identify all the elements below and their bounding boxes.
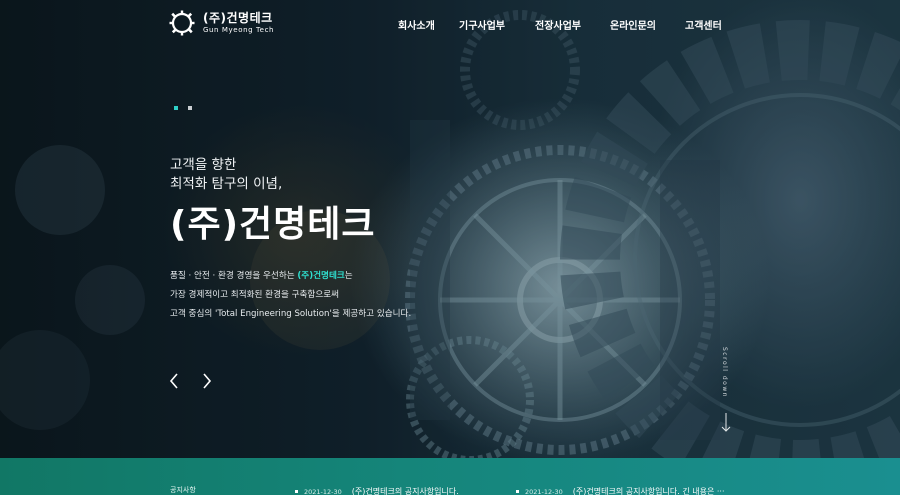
nav-item-support[interactable]: 고객센터 — [685, 17, 722, 32]
notice-item[interactable]: 2021-12-30 (주)건명테크의 공지사항입니다. 긴 내용은 ··· — [516, 486, 725, 495]
site-header: (주)건명테크 Gun Myeong Tech 회사소개 기구사업부 전장사업부… — [0, 0, 900, 46]
notice-bar: 공지사항 2021-12-30 (주)건명테크의 공지사항입니다. 2021-1… — [0, 458, 900, 495]
hero-title: (주)건명테크 — [170, 204, 376, 245]
hero-tagline: 고객을 향한 최적화 탐구의 이념, — [170, 156, 282, 194]
desc-line-3: 고객 중심의 'Total Engineering Solution'을 제공하… — [170, 309, 412, 319]
desc-highlight: (주)건명테크 — [297, 271, 345, 281]
notice-title: (주)건명테크의 공지사항입니다. — [351, 487, 459, 495]
scroll-down-indicator[interactable]: Scroll down — [717, 345, 737, 440]
nav-item-mechanical[interactable]: 기구사업부 — [459, 17, 505, 32]
notice-title: (주)건명테크의 공지사항입니다. 긴 내용은 ··· — [572, 487, 725, 495]
next-slide-button[interactable] — [200, 372, 214, 390]
slide-dot-1[interactable] — [174, 106, 178, 110]
tagline-line-1: 고객을 향한 — [170, 157, 237, 173]
scroll-down-label: Scroll down — [721, 347, 728, 399]
prev-slide-button[interactable] — [167, 372, 181, 390]
arrow-down-icon — [721, 413, 731, 432]
desc-line-1-prefix: 품질 · 안전 · 환경 경영을 우선하는 — [170, 271, 298, 281]
tagline-line-2: 최적화 탐구의 이념, — [170, 176, 283, 192]
nav-item-inquiry[interactable]: 온라인문의 — [610, 17, 656, 32]
desc-line-2: 가장 경제적이고 최적화된 환경을 구축함으로써 — [170, 290, 340, 300]
main-nav: 회사소개 기구사업부 전장사업부 온라인문의 고객센터 — [0, 17, 900, 32]
notice-date: 2021-12-30 — [525, 487, 563, 495]
slide-dot-2[interactable] — [188, 106, 192, 110]
notice-item[interactable]: 2021-12-30 (주)건명테크의 공지사항입니다. — [295, 486, 459, 495]
slide-indicators — [174, 106, 192, 110]
bullet-icon — [516, 490, 519, 493]
hero-description: 품질 · 안전 · 환경 경영을 우선하는 (주)건명테크는 가장 경제적이고 … — [170, 267, 411, 324]
notice-label: 공지사항 — [170, 486, 196, 494]
hero-banner: (주)건명테크 Gun Myeong Tech 회사소개 기구사업부 전장사업부… — [0, 0, 900, 458]
chevron-right-icon — [203, 373, 212, 389]
nav-item-electrical[interactable]: 전장사업부 — [535, 17, 581, 32]
chevron-left-icon — [169, 373, 178, 389]
nav-item-company[interactable]: 회사소개 — [398, 17, 435, 32]
gear-machine-background — [0, 0, 900, 458]
desc-line-1: 품질 · 안전 · 환경 경영을 우선하는 (주)건명테크는 — [170, 267, 411, 286]
notice-date: 2021-12-30 — [304, 487, 342, 495]
bullet-icon — [295, 490, 298, 493]
desc-line-1-suffix: 는 — [344, 271, 353, 281]
